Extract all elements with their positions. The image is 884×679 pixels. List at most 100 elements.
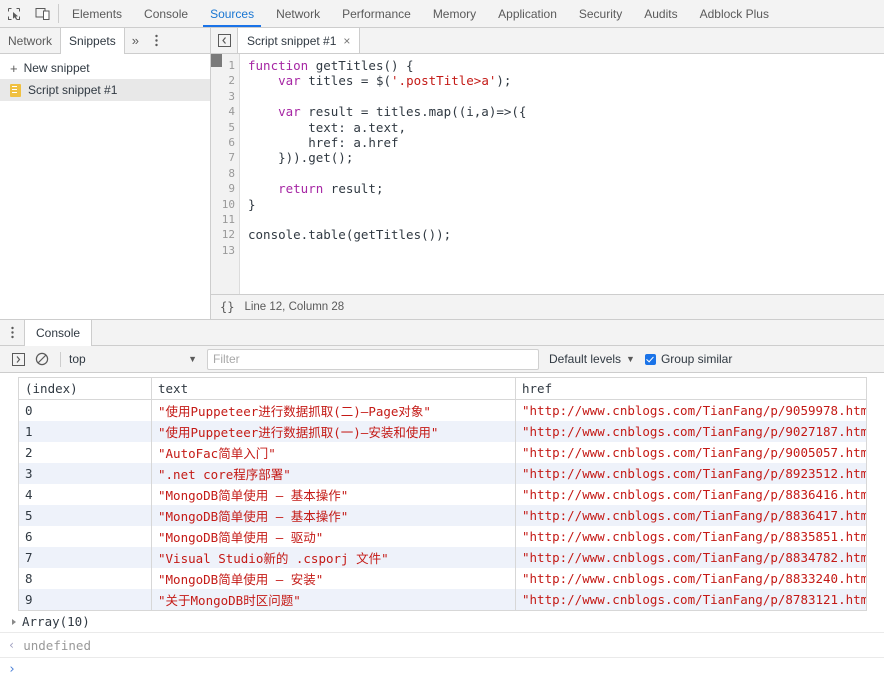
drawer-tabbar: Console: [0, 319, 884, 346]
list-item[interactable]: Script snippet #1: [0, 79, 210, 101]
device-toolbar-icon[interactable]: [28, 0, 56, 27]
code-token: function: [248, 58, 316, 73]
editor-tab-script-snippet[interactable]: Script snippet #1 ×: [238, 28, 361, 53]
cell-index: 2: [18, 442, 152, 463]
code-line: href: a.href: [248, 135, 884, 150]
tab-label: Security: [578, 6, 623, 21]
line-number: 8: [228, 166, 235, 180]
filter-input[interactable]: [207, 348, 539, 370]
code-token: })).get();: [248, 150, 354, 166]
tab-label: Application: [498, 6, 557, 21]
tab-network[interactable]: Network: [265, 0, 331, 27]
execution-context-value: top: [69, 352, 86, 366]
code-token: console.table(getTitles());: [248, 227, 452, 243]
navigator-more-tabs-button[interactable]: »: [125, 28, 146, 53]
plus-icon: +: [10, 60, 18, 76]
editor-status-bar: {} Line 12, Column 28: [211, 294, 884, 319]
new-snippet-button[interactable]: + New snippet: [0, 57, 210, 79]
table-row: 5 "MongoDB简单使用 — 基本操作" "http://www.cnblogs…: [18, 505, 867, 526]
tab-label: Memory: [432, 6, 477, 21]
cell-text: "MongoDB简单使用 — 安装": [151, 568, 516, 589]
line-number-gutter: 1 2 3 4 5 6 7 8 9 10 11 12 13: [211, 54, 240, 294]
tab-adblock-plus[interactable]: Adblock Plus: [689, 0, 780, 27]
line-number: 11: [221, 212, 235, 226]
cell-index: 6: [18, 526, 152, 547]
code-line: }: [248, 197, 884, 212]
console-return-row: ‹ undefined: [0, 632, 884, 657]
cell-index: 1: [18, 421, 152, 442]
drawer-tab-console[interactable]: Console: [24, 320, 93, 346]
execution-context-select[interactable]: top ▼: [67, 352, 197, 366]
inspect-element-glyph: [8, 7, 20, 20]
cell-text: "Visual Studio新的 .csporj 文件": [151, 547, 516, 568]
clear-console-icon[interactable]: [30, 347, 54, 371]
code-editor[interactable]: 1 2 3 4 5 6 7 8 9 10 11 12 13 function g…: [211, 54, 884, 294]
line-number: 3: [228, 89, 235, 103]
cell-href: "http://www.cnblogs.com/TianFang/p/87831…: [515, 589, 867, 611]
tab-application[interactable]: Application: [487, 0, 568, 27]
navigator-collapse-icon[interactable]: [211, 28, 238, 53]
navigator-tabbar: Network Snippets »: [0, 28, 210, 54]
code-token: result;: [330, 181, 384, 197]
drawer-menu-button[interactable]: [0, 320, 24, 345]
editor-tabbar: Script snippet #1 ×: [211, 28, 884, 54]
snippet-file-icon: [10, 83, 21, 97]
table-header-row: (index) text href: [18, 377, 867, 400]
navigator-menu-button[interactable]: [146, 28, 168, 53]
console-table-body: 0 "使用Puppeteer进行数据抓取(二)—Page对象" "http://ww…: [18, 399, 867, 611]
group-similar-toggle[interactable]: Group similar: [644, 352, 732, 366]
cell-text: ".net core程序部署": [151, 463, 516, 484]
tab-label: Performance: [342, 6, 411, 21]
inspect-element-icon[interactable]: [0, 0, 28, 27]
console-table-head: (index) text href: [18, 377, 867, 400]
line-number: 7: [228, 151, 235, 165]
cell-href: "http://www.cnblogs.com/TianFang/p/90271…: [515, 421, 867, 442]
code-text[interactable]: function getTitles() { var titles = $('.…: [240, 54, 884, 294]
cell-index: 3: [18, 463, 152, 484]
cell-index: 5: [18, 505, 152, 526]
navigator-tab-network[interactable]: Network: [0, 28, 60, 53]
tab-performance[interactable]: Performance: [331, 0, 422, 27]
cell-text: "使用Puppeteer进行数据抓取(二)—Page对象": [151, 399, 516, 421]
code-line: function getTitles() {: [248, 58, 884, 73]
tab-console[interactable]: Console: [133, 0, 199, 27]
cell-href: "http://www.cnblogs.com/TianFang/p/88358…: [515, 526, 867, 547]
column-header-index: (index): [18, 377, 152, 400]
console-sidebar-toggle-icon[interactable]: [6, 347, 30, 371]
array-summary-row[interactable]: Array(10): [0, 611, 884, 632]
group-similar-checkbox[interactable]: [644, 353, 656, 365]
cell-href: "http://www.cnblogs.com/TianFang/p/88364…: [515, 484, 867, 505]
chevron-double-right-icon: »: [131, 33, 139, 48]
tab-security[interactable]: Security: [568, 0, 633, 27]
line-number: 6: [228, 135, 235, 149]
snippets-list: + New snippet Script snippet #1: [0, 54, 210, 319]
console-prompt[interactable]: ›: [0, 657, 884, 679]
cell-text: "使用Puppeteer进行数据抓取(一)—安装和使用": [151, 421, 516, 442]
navigator-tab-snippets[interactable]: Snippets: [60, 28, 125, 54]
device-toolbar-glyph: [35, 7, 49, 20]
line-number: 12: [221, 228, 235, 242]
table-row: 0 "使用Puppeteer进行数据抓取(二)—Page对象" "http://ww…: [18, 399, 867, 421]
tab-elements[interactable]: Elements: [61, 0, 133, 27]
code-token: var: [278, 73, 309, 89]
tab-audits[interactable]: Audits: [633, 0, 688, 27]
expand-triangle-icon[interactable]: [12, 618, 16, 625]
chevron-down-icon: ▼: [626, 354, 635, 364]
pretty-print-button[interactable]: {}: [220, 300, 234, 314]
cell-text: "关于MongoDB时区问题": [151, 589, 516, 611]
code-token: getTitles() {: [315, 58, 414, 73]
table-row: 8 "MongoDB简单使用 — 安装" "http://www.cnblogs.c…: [18, 568, 867, 589]
code-line: var result = titles.map((i,a)=>({: [248, 104, 884, 119]
line-number: 4: [228, 105, 235, 119]
log-levels-select[interactable]: Default levels ▼: [549, 352, 635, 366]
code-line: text: a.text,: [248, 120, 884, 135]
clear-console-glyph: [35, 352, 49, 366]
tab-memory[interactable]: Memory: [422, 0, 487, 27]
tab-sources[interactable]: Sources: [199, 0, 265, 27]
more-vertical-icon: [10, 326, 14, 339]
close-icon[interactable]: ×: [343, 35, 350, 47]
cell-index: 9: [18, 589, 152, 611]
